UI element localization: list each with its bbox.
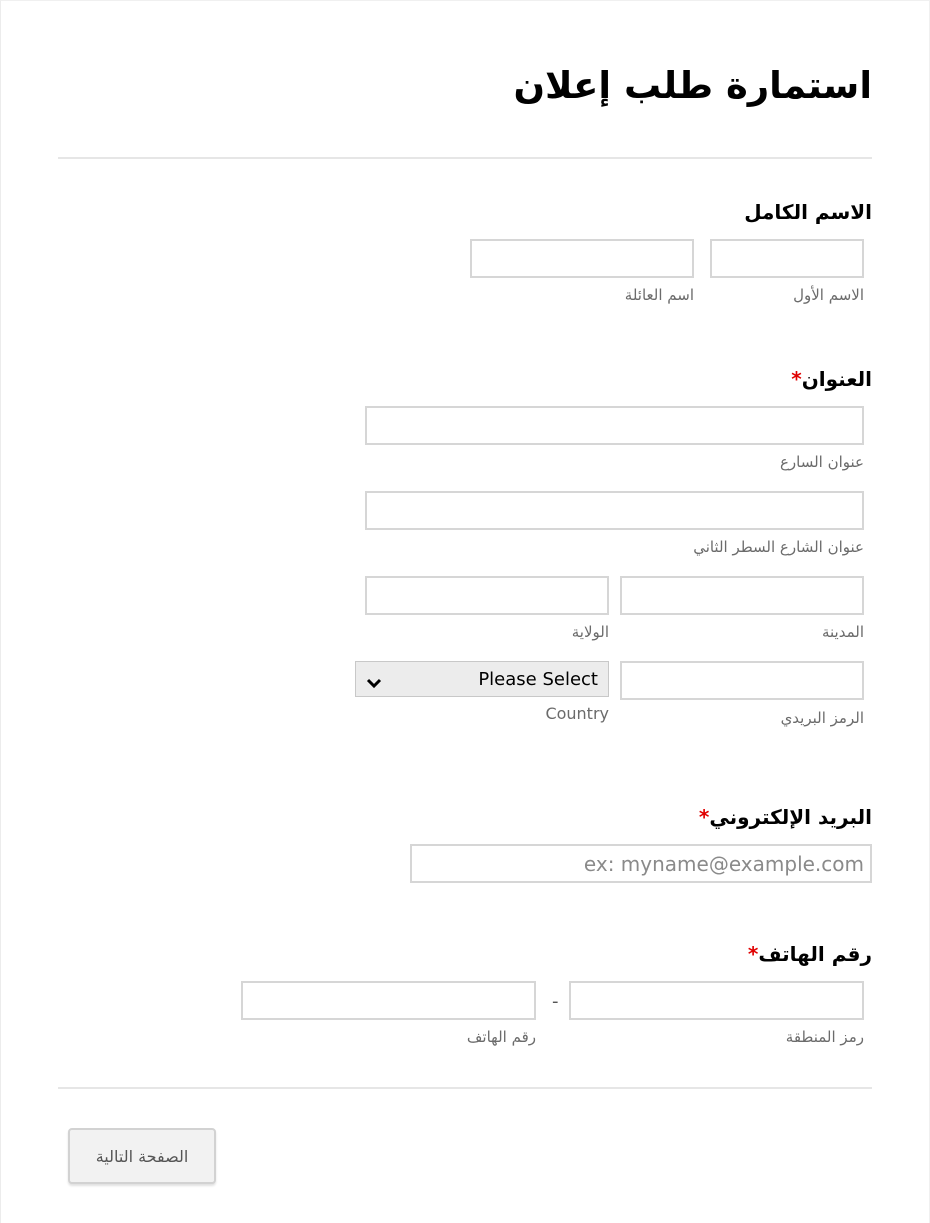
required-asterisk: *: [791, 367, 802, 391]
street-address-line2-input[interactable]: [365, 491, 864, 530]
next-page-button[interactable]: الصفحة التالية: [68, 1128, 216, 1184]
phone-label: رقم الهاتف*: [748, 942, 872, 966]
country-sublabel: Country: [545, 704, 609, 723]
first-name-input[interactable]: [710, 239, 864, 278]
city-input[interactable]: [620, 576, 864, 615]
country-select[interactable]: Please Select: [355, 661, 609, 697]
phone-number-input[interactable]: [241, 981, 536, 1020]
state-sublabel: الولاية: [571, 623, 609, 641]
phone-label-text: رقم الهاتف: [758, 942, 872, 966]
first-name-sublabel: الاسم الأول: [793, 286, 864, 304]
postal-code-input[interactable]: [620, 661, 864, 700]
phone-separator: -: [552, 991, 559, 1012]
street-address-line2-sublabel: عنوان الشارع السطر الثاني: [693, 538, 864, 556]
area-code-sublabel: رمز المنطقة: [785, 1028, 864, 1046]
country-select-value: Please Select: [478, 668, 598, 690]
email-input[interactable]: [410, 844, 872, 883]
full-name-label: الاسم الكامل: [744, 200, 872, 224]
email-label: البريد الإلكتروني*: [699, 805, 872, 829]
chevron-down-icon: [366, 673, 382, 689]
state-input[interactable]: [365, 576, 609, 615]
required-asterisk: *: [747, 942, 759, 966]
footer-divider: [58, 1087, 872, 1089]
form-title: استمارة طلب إعلان: [513, 64, 872, 107]
full-name-label-text: الاسم الكامل: [744, 200, 872, 224]
email-label-text: البريد الإلكتروني: [709, 805, 872, 829]
phone-number-sublabel: رقم الهاتف: [466, 1028, 536, 1046]
last-name-input[interactable]: [470, 239, 694, 278]
area-code-input[interactable]: [569, 981, 864, 1020]
last-name-sublabel: اسم العائلة: [624, 286, 694, 304]
city-sublabel: المدينة: [821, 623, 864, 641]
street-address-input[interactable]: [365, 406, 864, 445]
header-divider: [58, 157, 872, 159]
address-label-text: العنوان: [801, 367, 872, 391]
required-asterisk: *: [698, 805, 710, 829]
address-label: العنوان*: [791, 367, 872, 391]
street-address-sublabel: عنوان السارع: [779, 453, 864, 471]
postal-code-sublabel: الرمز البريدي: [780, 709, 864, 727]
